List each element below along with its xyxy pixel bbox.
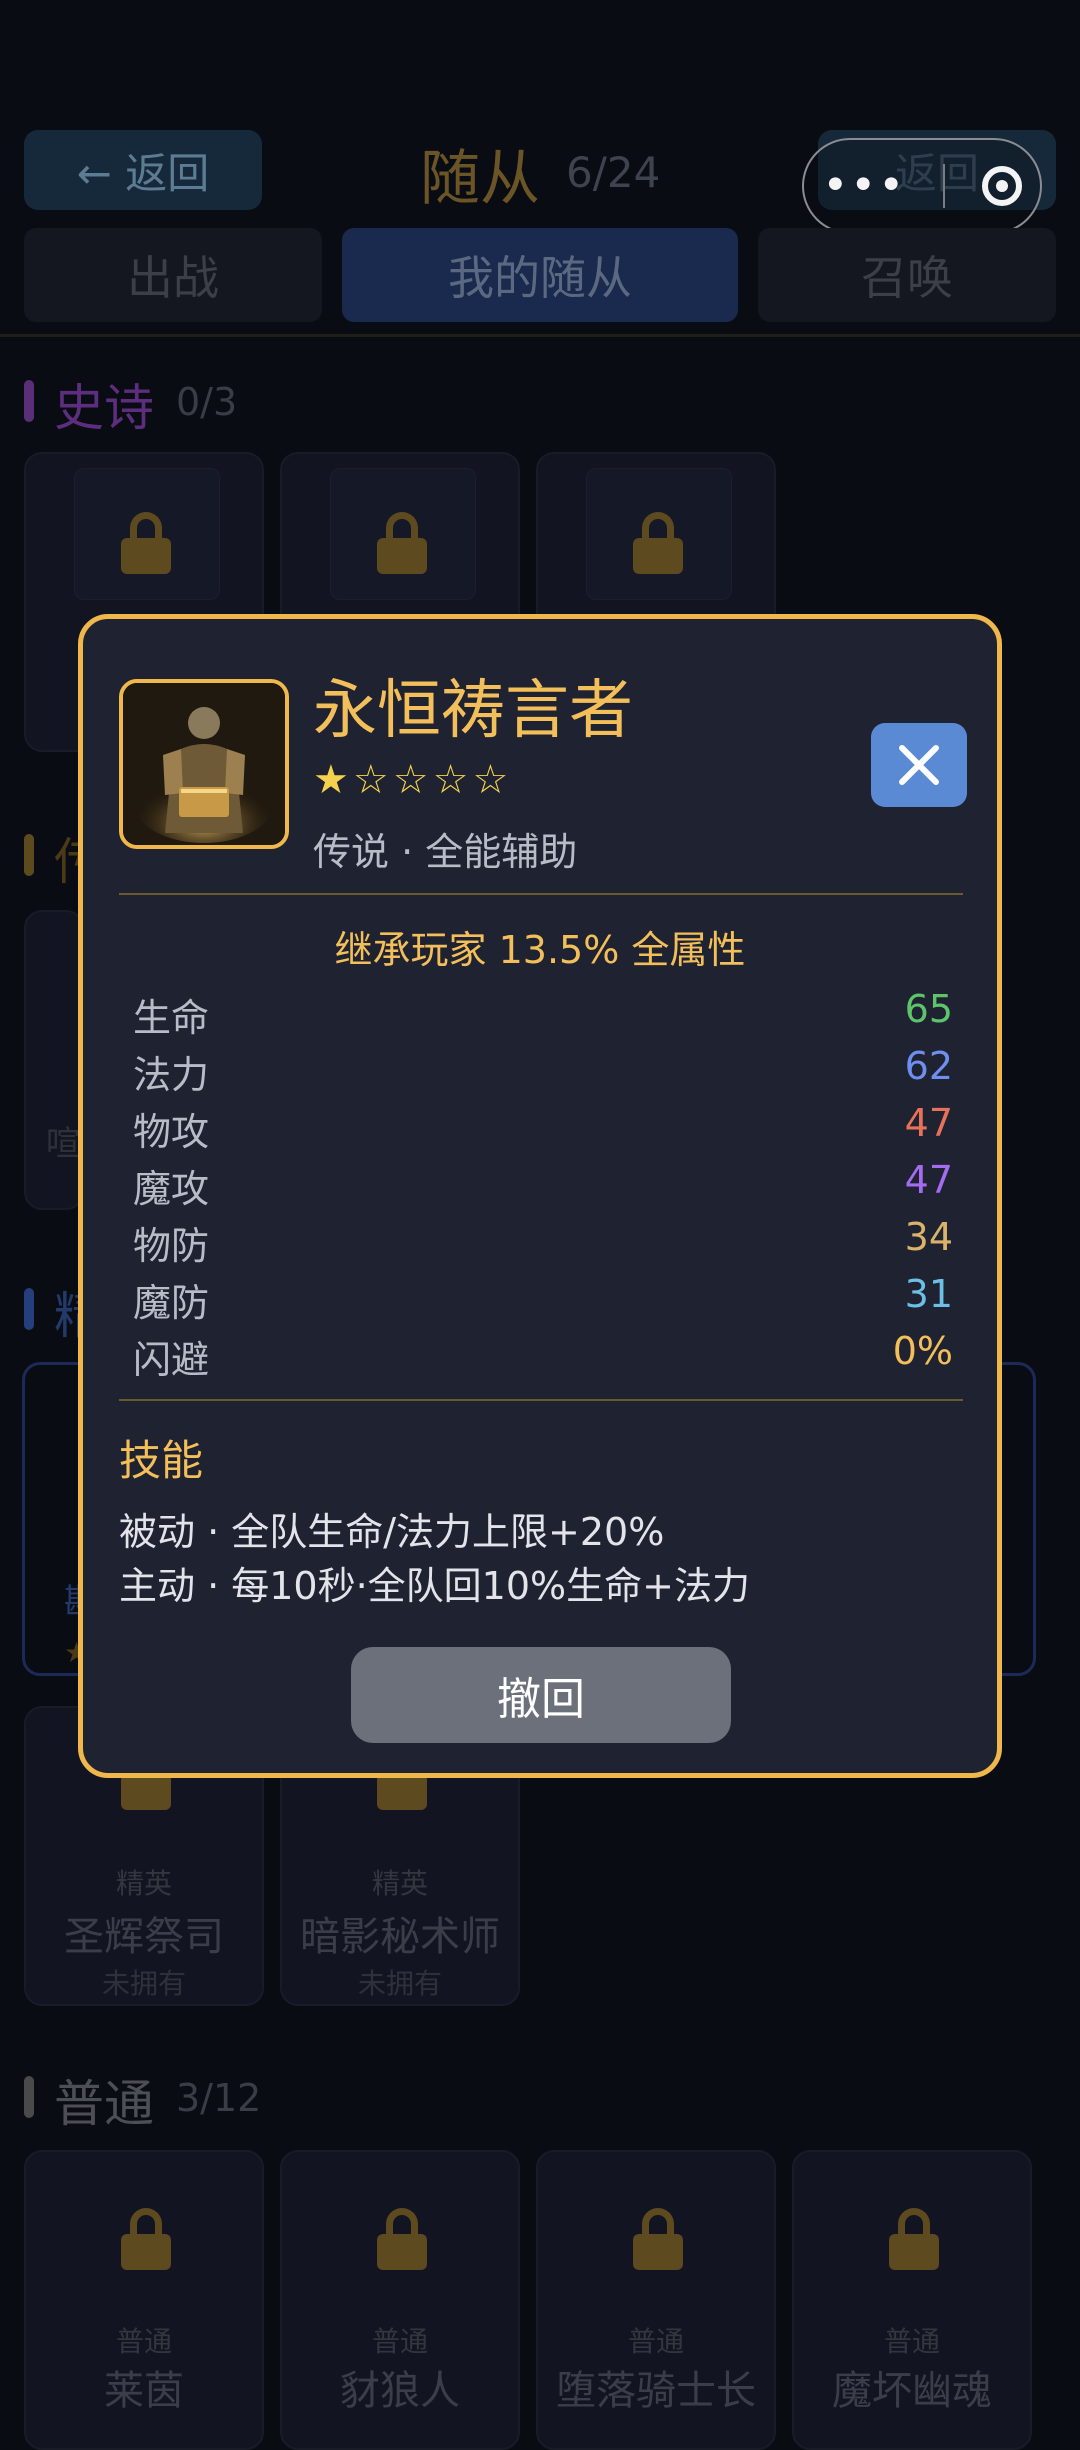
stat-value: 65 — [904, 987, 953, 1031]
stat-row-patk: 物攻 47 — [133, 1101, 953, 1157]
skill-passive: 被动 · 全队生命/法力上限+20% — [119, 1510, 665, 1554]
card-rarity: 普通 — [883, 2325, 940, 2358]
card-rarity: 普通 — [627, 2325, 684, 2358]
card-status: 未拥有 — [101, 1967, 186, 2000]
section-marker-elite — [24, 1288, 34, 1330]
close-miniprogram-icon[interactable] — [981, 166, 1022, 206]
stat-label: 生命 — [133, 996, 210, 1040]
skill-active: 主动 · 每10秒·全队回10%生命+法力 — [119, 1564, 750, 1608]
stat-row-mdef: 魔防 31 — [133, 1272, 953, 1328]
section-count-normal: 3/12 — [176, 2076, 262, 2120]
stat-label: 法力 — [133, 1053, 210, 1097]
back-button[interactable]: ← 返回 — [24, 130, 262, 210]
lock-icon — [889, 2208, 939, 2270]
card-status: 未拥有 — [357, 1967, 442, 2000]
section-count-epic: 0/3 — [176, 380, 238, 424]
stat-row-dodge: 闪避 0% — [133, 1329, 953, 1385]
stat-row-hp: 生命 65 — [133, 987, 953, 1043]
card-name: 圣辉祭司 — [64, 1914, 224, 1960]
card-name: 暗影秘术师 — [300, 1914, 500, 1960]
card-rarity: 精英 — [115, 1867, 172, 1900]
section-title-normal: 普通 — [54, 2075, 154, 2133]
card-rarity: 精英 — [371, 1867, 428, 1900]
inherit-text: 继承玩家 13.5% 全属性 — [334, 928, 746, 972]
card-name: 豺狼人 — [340, 2368, 460, 2414]
tab-deploy[interactable]: 出战 — [24, 228, 322, 322]
follower-card[interactable]: 普通 豺狼人 — [280, 2150, 520, 2450]
card-name: 魔坏幽魂 — [832, 2368, 992, 2414]
card-name: 莱茵 — [104, 2368, 184, 2414]
lock-icon — [633, 2208, 683, 2270]
divider — [119, 1399, 963, 1401]
follower-name: 永恒祷言者 — [313, 674, 633, 748]
card-fragment-text: 喧 — [46, 1124, 80, 1164]
follower-card[interactable]: 普通 魔坏幽魂 — [792, 2150, 1032, 2450]
follower-portrait-image — [123, 683, 285, 845]
lock-icon — [377, 2208, 427, 2270]
recall-button[interactable]: 撤回 — [351, 1647, 731, 1743]
close-icon — [896, 742, 942, 788]
stat-value: 47 — [904, 1101, 953, 1145]
capsule-divider — [942, 164, 945, 208]
follower-subtitle: 传说 · 全能辅助 — [313, 830, 578, 874]
follower-avatar — [119, 679, 289, 849]
stat-value: 62 — [904, 1044, 953, 1088]
lock-icon — [121, 2208, 171, 2270]
page-title: 随从 — [420, 144, 540, 214]
skills-title: 技能 — [119, 1436, 204, 1485]
stat-row-mp: 法力 62 — [133, 1044, 953, 1100]
star-rating: ★☆☆☆☆ — [313, 757, 513, 803]
stat-label: 物攻 — [133, 1110, 210, 1154]
close-button[interactable] — [871, 723, 967, 807]
section-marker-normal — [24, 2076, 34, 2118]
stat-label: 闪避 — [133, 1338, 210, 1382]
stat-row-pdef: 物防 34 — [133, 1215, 953, 1271]
follower-card[interactable]: 普通 堕落骑士长 — [536, 2150, 776, 2450]
stat-label: 魔防 — [133, 1281, 210, 1325]
follower-card[interactable] — [24, 910, 84, 1210]
follower-detail-modal: 永恒祷言者 ★☆☆☆☆ 传说 · 全能辅助 继承玩家 13.5% 全属性 生命 … — [78, 614, 1002, 1778]
stat-row-matk: 魔攻 47 — [133, 1158, 953, 1214]
miniprogram-capsule: ••• — [802, 138, 1042, 234]
lock-icon — [633, 512, 683, 574]
stat-value: 47 — [904, 1158, 953, 1202]
section-title-epic: 史诗 — [54, 379, 154, 437]
card-name: 堕落骑士长 — [556, 2368, 756, 2414]
section-marker-legend — [24, 834, 34, 876]
divider — [119, 893, 963, 895]
stat-value: 31 — [904, 1272, 953, 1316]
header-divider — [0, 334, 1080, 337]
page-count: 6/24 — [566, 148, 661, 197]
stat-value: 0% — [892, 1329, 953, 1373]
section-marker-epic — [24, 380, 34, 422]
card-rarity: 普通 — [371, 2325, 428, 2358]
lock-icon — [121, 512, 171, 574]
card-rarity: 普通 — [115, 2325, 172, 2358]
follower-card[interactable]: 普通 莱茵 — [24, 2150, 264, 2450]
tab-summon[interactable]: 召唤 — [758, 228, 1056, 322]
stat-value: 34 — [904, 1215, 953, 1259]
lock-icon — [377, 512, 427, 574]
stat-label: 物防 — [133, 1224, 210, 1268]
tab-my-followers[interactable]: 我的随从 — [342, 228, 738, 322]
stat-label: 魔攻 — [133, 1167, 210, 1211]
more-icon[interactable]: ••• — [822, 164, 906, 208]
